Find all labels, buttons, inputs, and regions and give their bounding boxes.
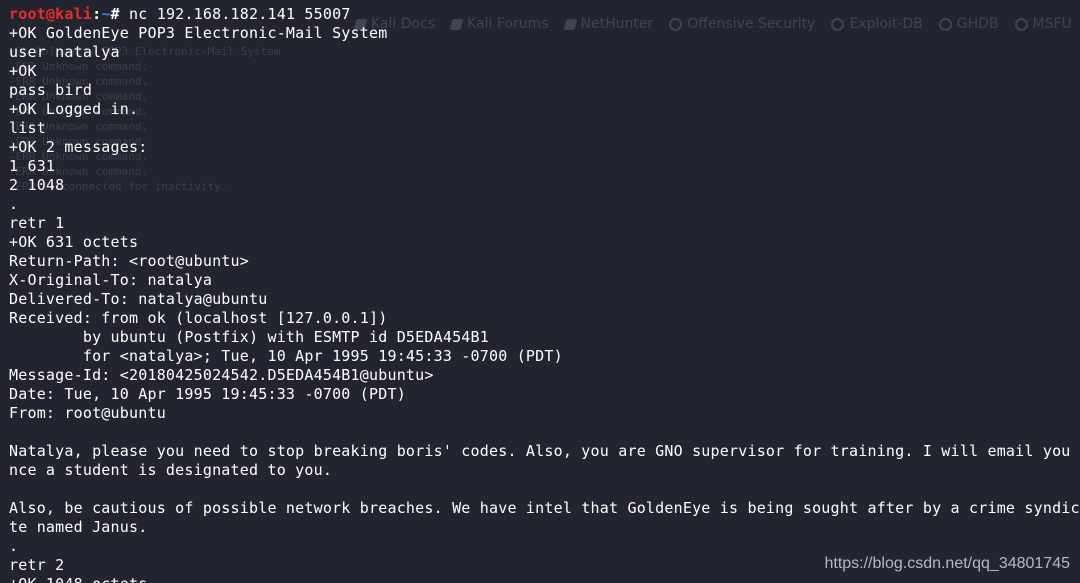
prompt-user: root@kali [9, 5, 93, 23]
terminal-line: Message-Id: <20180425024542.D5EDA454B1@u… [9, 366, 434, 384]
prompt-cwd: ~ [101, 5, 111, 23]
terminal-line: for <natalya>; Tue, 10 Apr 1995 19:45:33… [9, 347, 563, 365]
terminal-output[interactable]: root@kali:~# nc 192.168.182.141 55007 +OK… [9, 5, 1080, 583]
terminal-line: 2 1048 [9, 176, 65, 194]
terminal-line: +OK Logged in. [9, 100, 139, 118]
terminal-line: Return-Path: <root@ubuntu> [9, 252, 249, 270]
terminal-line: Also, be cautious of possible network br… [9, 499, 1080, 517]
prompt-command: nc 192.168.182.141 55007 [129, 5, 351, 23]
terminal-line: by ubuntu (Postfix) with ESMTP id D5EDA4… [9, 328, 489, 346]
terminal-line: Delivered-To: natalya@ubuntu [9, 290, 268, 308]
terminal-line: . [9, 195, 19, 213]
terminal-line: +OK GoldenEye POP3 Electronic-Mail Syste… [9, 24, 388, 42]
csdn-watermark: https://blog.csdn.net/qq_34801745 [824, 555, 1070, 572]
terminal-line: +OK 2 messages: [9, 138, 148, 156]
terminal-line: X-Original-To: natalya [9, 271, 213, 289]
terminal-line: list [9, 119, 46, 137]
terminal-line: From: root@ubuntu [9, 404, 166, 422]
terminal-line: 1 631 [9, 157, 56, 175]
terminal-line: . [9, 537, 19, 555]
terminal-line: te named Janus. [9, 518, 148, 536]
terminal-line: nce a student is designated to you. [9, 461, 333, 479]
terminal-line: +OK 631 octets [9, 233, 139, 251]
terminal-line: pass bird [9, 81, 93, 99]
terminal-window[interactable]: Kali Docs Kali Forums NetHunter Offensive S… [0, 0, 1080, 583]
prompt-separator: : [92, 5, 102, 23]
terminal-line: +OK 1048 octets [9, 575, 1080, 583]
prompt-symbol: # [110, 5, 130, 23]
terminal-line: Natalya, please you need to stop breakin… [9, 442, 1080, 460]
terminal-line: user natalya [9, 43, 120, 61]
terminal-lines: +OK GoldenEye POP3 Electronic-Mail Syste… [9, 24, 1080, 583]
terminal-line: Date: Tue, 10 Apr 1995 19:45:33 -0700 (P… [9, 385, 406, 403]
terminal-line: +OK [9, 62, 37, 80]
terminal-line: Received: from ok (localhost [127.0.0.1]… [9, 309, 388, 327]
prompt-line: root@kali:~# nc 192.168.182.141 55007 [9, 5, 1080, 24]
terminal-line: retr 1 [9, 214, 65, 232]
